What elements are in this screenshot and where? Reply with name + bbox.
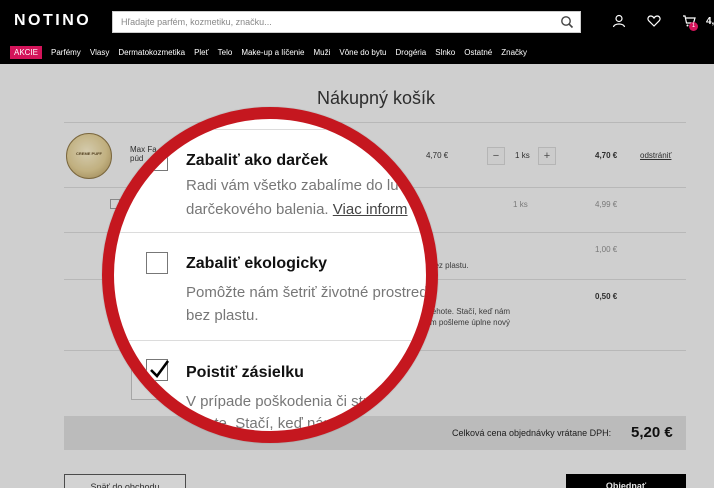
nav-item-slnko[interactable]: Slnko [435, 48, 455, 57]
eco-wrap-desc-line2: bez plastu. [186, 307, 259, 324]
eco-wrap-checkbox[interactable] [146, 252, 168, 274]
nav-item-drogeria[interactable]: Drogéria [396, 48, 427, 57]
search-bar[interactable] [112, 11, 581, 33]
nav-item-vlasy[interactable]: Vlasy [90, 48, 110, 57]
divider [114, 129, 426, 130]
insurance-title: Poistiť zásielku [186, 364, 304, 381]
search-icon[interactable] [560, 15, 574, 29]
search-input[interactable] [113, 12, 553, 32]
nav-item-vone-do-bytu[interactable]: Vône do bytu [339, 48, 386, 57]
cart-count-badge: 1 [689, 22, 698, 31]
insurance-checkbox[interactable] [146, 359, 170, 381]
gift-wrap-checkbox[interactable] [146, 149, 168, 171]
nav-item-telo[interactable]: Telo [218, 48, 233, 57]
insurance-desc-line2: lehote. Stačí, keď nám [186, 415, 337, 432]
gift-wrap-desc-line2: darčekového balenia. Viac inform [186, 201, 408, 218]
divider [114, 232, 426, 233]
insurance-desc-line1: V prípade poškodenia či stra [186, 393, 377, 410]
nav-item-plet[interactable]: Pleť [194, 48, 209, 57]
nav-item-akcie[interactable]: AKCIE [10, 45, 43, 59]
heart-icon[interactable] [647, 14, 661, 28]
divider [114, 340, 426, 341]
more-info-link[interactable]: Viac inform [333, 201, 408, 218]
gift-wrap-desc-line1: Radi vám všetko zabalíme do lu [186, 177, 399, 194]
nav-item-ostatne[interactable]: Ostatné [464, 48, 492, 57]
notino-logo[interactable]: NOTINO [14, 12, 91, 30]
nav-item-make-up[interactable]: Make-up a líčenie [241, 48, 304, 57]
site-header: NOTINO 1 4, AKCIE Parfémy Vlasy Dermatok… [0, 0, 714, 64]
nav-item-dermatokozmetika[interactable]: Dermatokozmetika [118, 48, 185, 57]
user-icon[interactable] [612, 14, 626, 28]
nav-item-parfemy[interactable]: Parfémy [51, 48, 81, 57]
eco-wrap-title: Zabaliť ekologicky [186, 255, 328, 272]
gift-wrap-title: Zabaliť ako darček [186, 152, 328, 169]
eco-wrap-desc-line1: Pomôžte nám šetriť životné prostred [186, 284, 428, 301]
nav-item-muzi[interactable]: Muži [313, 48, 330, 57]
nav-item-znacky[interactable]: Značky [501, 48, 527, 57]
checkmark-icon [150, 360, 170, 378]
cart-price[interactable]: 4, [706, 16, 714, 27]
magnifier-callout: Zabaliť ako darček Radi vám všetko zabal… [102, 107, 438, 443]
main-nav: AKCIE Parfémy Vlasy Dermatokozmetika Ple… [10, 45, 527, 59]
